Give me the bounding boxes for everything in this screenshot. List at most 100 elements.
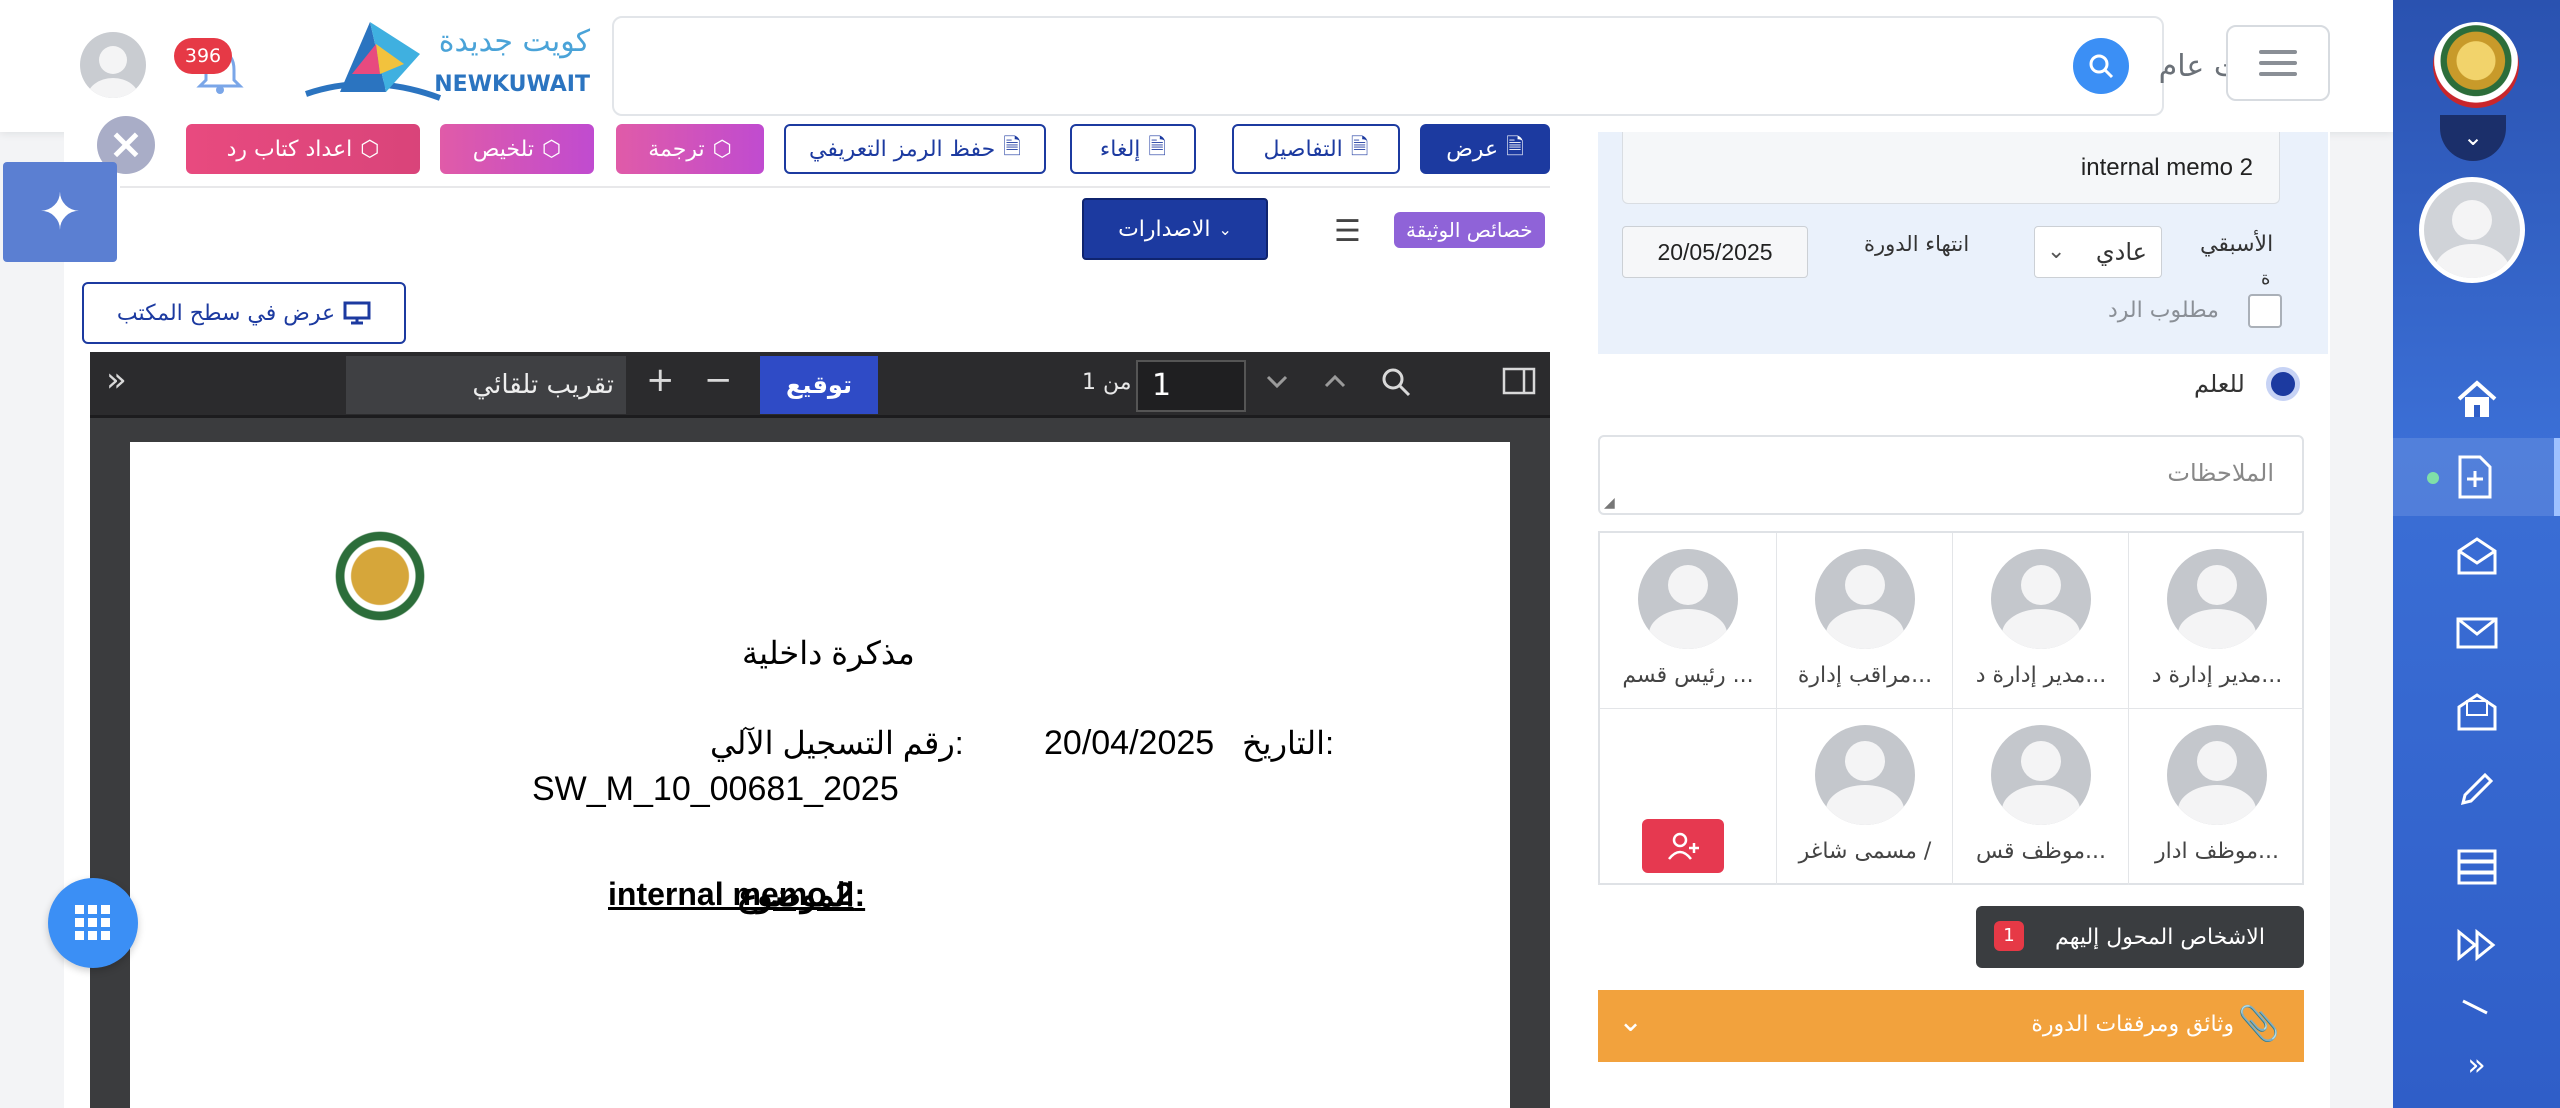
sidebar-item-new-document[interactable] <box>2393 438 2560 516</box>
apps-grid-icon[interactable] <box>48 878 138 968</box>
sign-label: توقيع <box>786 371 852 399</box>
priority-label: الأسبقي <box>2200 232 2274 257</box>
chevron-up-icon[interactable] <box>1320 366 1350 403</box>
menu-line <box>2259 61 2297 65</box>
chevron-down-icon[interactable] <box>1262 366 1292 403</box>
fyi-radio[interactable] <box>2266 367 2300 401</box>
recipient-card[interactable]: رئيس قسم ... <box>1600 533 1776 709</box>
details-button[interactable]: التفاصيل 🗎 <box>1232 124 1400 174</box>
versions-dropdown-button[interactable]: الاصدارات ⌄ <box>1082 198 1268 260</box>
search-icon[interactable] <box>2073 38 2129 94</box>
pdf-toolbar: 1 من 1 توقيع − + تقريب تلقائي » <box>90 352 1550 418</box>
recipient-card[interactable]: موظف ادار... <box>2128 709 2304 885</box>
reply-required-label: مطلوب الرد <box>2108 298 2219 323</box>
hamburger-menu-button[interactable] <box>2226 25 2330 101</box>
top-header: 396 كويت جديدة NEWKUWAIT <box>0 0 2393 132</box>
recipient-card[interactable]: مدير إدارة د... <box>1952 533 2128 709</box>
notification-count-badge: 396 <box>174 38 232 74</box>
zoom-out-icon[interactable]: − <box>704 360 733 400</box>
summarize-button[interactable]: تلخيص ⬡ <box>440 124 594 174</box>
archive-icon[interactable] <box>2393 828 2560 906</box>
agency-emblem-logo <box>310 520 450 660</box>
recipient-name: موظف ادار... <box>2154 839 2280 864</box>
open-in-desktop-button[interactable]: عرض في سطح المكتب <box>82 282 406 344</box>
save-code-button[interactable]: حفظ الرمز التعريفي 🗎 <box>784 124 1046 174</box>
date-value: 20/04/2025 <box>1044 724 1215 762</box>
translate-label: ترجمة <box>648 136 705 162</box>
pencil-icon[interactable] <box>2393 750 2560 828</box>
send-icon[interactable] <box>2393 984 2560 1024</box>
fyi-label: للعلم <box>2194 370 2245 398</box>
notes-textarea[interactable]: الملاحظات ◢ <box>1598 435 2304 515</box>
subject-value: internal memo 2 <box>608 876 854 912</box>
double-chevron-icon[interactable]: » <box>2393 1030 2560 1100</box>
cycle-end-date-field[interactable]: 20/05/2025 <box>1622 226 1808 278</box>
monitor-icon <box>343 301 371 325</box>
menu-line <box>2259 50 2297 54</box>
sign-button[interactable]: توقيع <box>760 356 878 414</box>
recipient-card[interactable]: مدير إدارة د... <box>2128 533 2304 709</box>
registration-label: رقم التسجيل الآلي: <box>710 725 964 761</box>
attachments-label: وثائق ومرفقات الدورة <box>2031 1012 2234 1037</box>
chevron-down-icon[interactable]: ⌄ <box>2440 115 2506 161</box>
recipient-name: مسمى شاغر / <box>1798 839 1932 864</box>
view-button[interactable]: عرض 🗎 <box>1420 124 1550 174</box>
avatar <box>1991 549 2091 649</box>
new-kuwait-logo: كويت جديدة NEWKUWAIT <box>300 14 590 110</box>
date-label: التاريخ: <box>1242 725 1334 761</box>
kuwait-emblem-icon <box>2433 22 2519 108</box>
transferred-label: الاشخاص المحول إليهم <box>2055 924 2265 950</box>
page-count-label: من 1 <box>1082 370 1132 395</box>
recipient-card[interactable]: مراقب إدارة... <box>1776 533 1952 709</box>
open-mail-icon[interactable] <box>2393 516 2560 594</box>
recipient-name: مراقب إدارة... <box>1797 663 1933 688</box>
recipients-grid: مدير إدارة د... مدير إدارة د... مراقب إد… <box>1598 531 2304 885</box>
main-sidebar: ⌄ » <box>2393 0 2560 1108</box>
sidebar-user-avatar[interactable] <box>2419 177 2525 283</box>
user-avatar[interactable] <box>80 32 146 98</box>
recipient-name: مدير إدارة د... <box>1975 663 2107 688</box>
new-document-icon <box>2458 455 2491 499</box>
search-input[interactable] <box>1471 36 2271 96</box>
versions-label: الاصدارات <box>1118 216 1211 242</box>
edit-document-icon: 🗎 <box>1148 135 1167 160</box>
transferred-count-badge: 1 <box>1994 921 2024 951</box>
resize-handle-icon[interactable]: ◢ <box>1604 495 1615 511</box>
prepare-reply-button[interactable]: اعداد كتاب رد ⬡ <box>186 124 420 174</box>
paperclip-icon: 📎 <box>2237 1004 2280 1044</box>
reply-required-checkbox[interactable] <box>2248 294 2282 328</box>
search-icon[interactable] <box>1380 366 1412 405</box>
recipient-card[interactable]: مسمى شاغر / <box>1776 709 1952 885</box>
priority-select[interactable]: ⌄ عادي <box>2034 226 2162 278</box>
page-number-input[interactable]: 1 <box>1136 360 1246 412</box>
active-indicator-dot <box>2427 472 2439 484</box>
transferred-persons-button[interactable]: 1 الاشخاص المحول إليهم <box>1976 906 2304 968</box>
sidebar-toggle-icon[interactable] <box>1502 366 1536 403</box>
recipient-name: رئيس قسم ... <box>1622 663 1754 688</box>
avatar <box>1815 725 1915 825</box>
edit-document-icon: 🗎 <box>1003 135 1021 160</box>
notes-placeholder: الملاحظات <box>2167 459 2274 487</box>
forward-icon[interactable] <box>2393 906 2560 984</box>
double-chevron-icon[interactable]: » <box>106 360 127 400</box>
home-icon[interactable] <box>2393 360 2560 438</box>
pdf-viewer: 1 من 1 توقيع − + تقريب تلقائي » مذكرة دا… <box>90 352 1550 1108</box>
view-label: عرض <box>1446 136 1499 162</box>
inbox-icon[interactable] <box>2393 672 2560 750</box>
add-user-button[interactable] <box>1642 819 1724 873</box>
cancel-button[interactable]: إلغاء 🗎 <box>1070 124 1196 174</box>
list-icon[interactable]: ☰ <box>1334 214 1361 249</box>
zoom-select[interactable]: تقريب تلقائي <box>346 356 626 414</box>
document-icon: 🗎 <box>1350 135 1369 160</box>
registration-number: SW_M_10_00681_2025 <box>532 770 899 808</box>
details-label: التفاصيل <box>1263 136 1343 162</box>
document-properties-badge[interactable]: خصائص الوثيقة <box>1394 212 1545 248</box>
ai-cube-icon: ⬡ <box>712 136 732 162</box>
ai-sparkle-icon[interactable]: ✦ <box>3 162 117 262</box>
cycle-attachments-accordion[interactable]: ⌄ وثائق ومرفقات الدورة 📎 <box>1598 990 2304 1062</box>
mail-icon[interactable] <box>2393 594 2560 672</box>
recipient-card[interactable]: موظف قس... <box>1952 709 2128 885</box>
memo-title-field[interactable]: internal memo 2 <box>1622 132 2280 204</box>
zoom-in-icon[interactable]: + <box>646 360 675 400</box>
translate-button[interactable]: ترجمة ⬡ <box>616 124 764 174</box>
